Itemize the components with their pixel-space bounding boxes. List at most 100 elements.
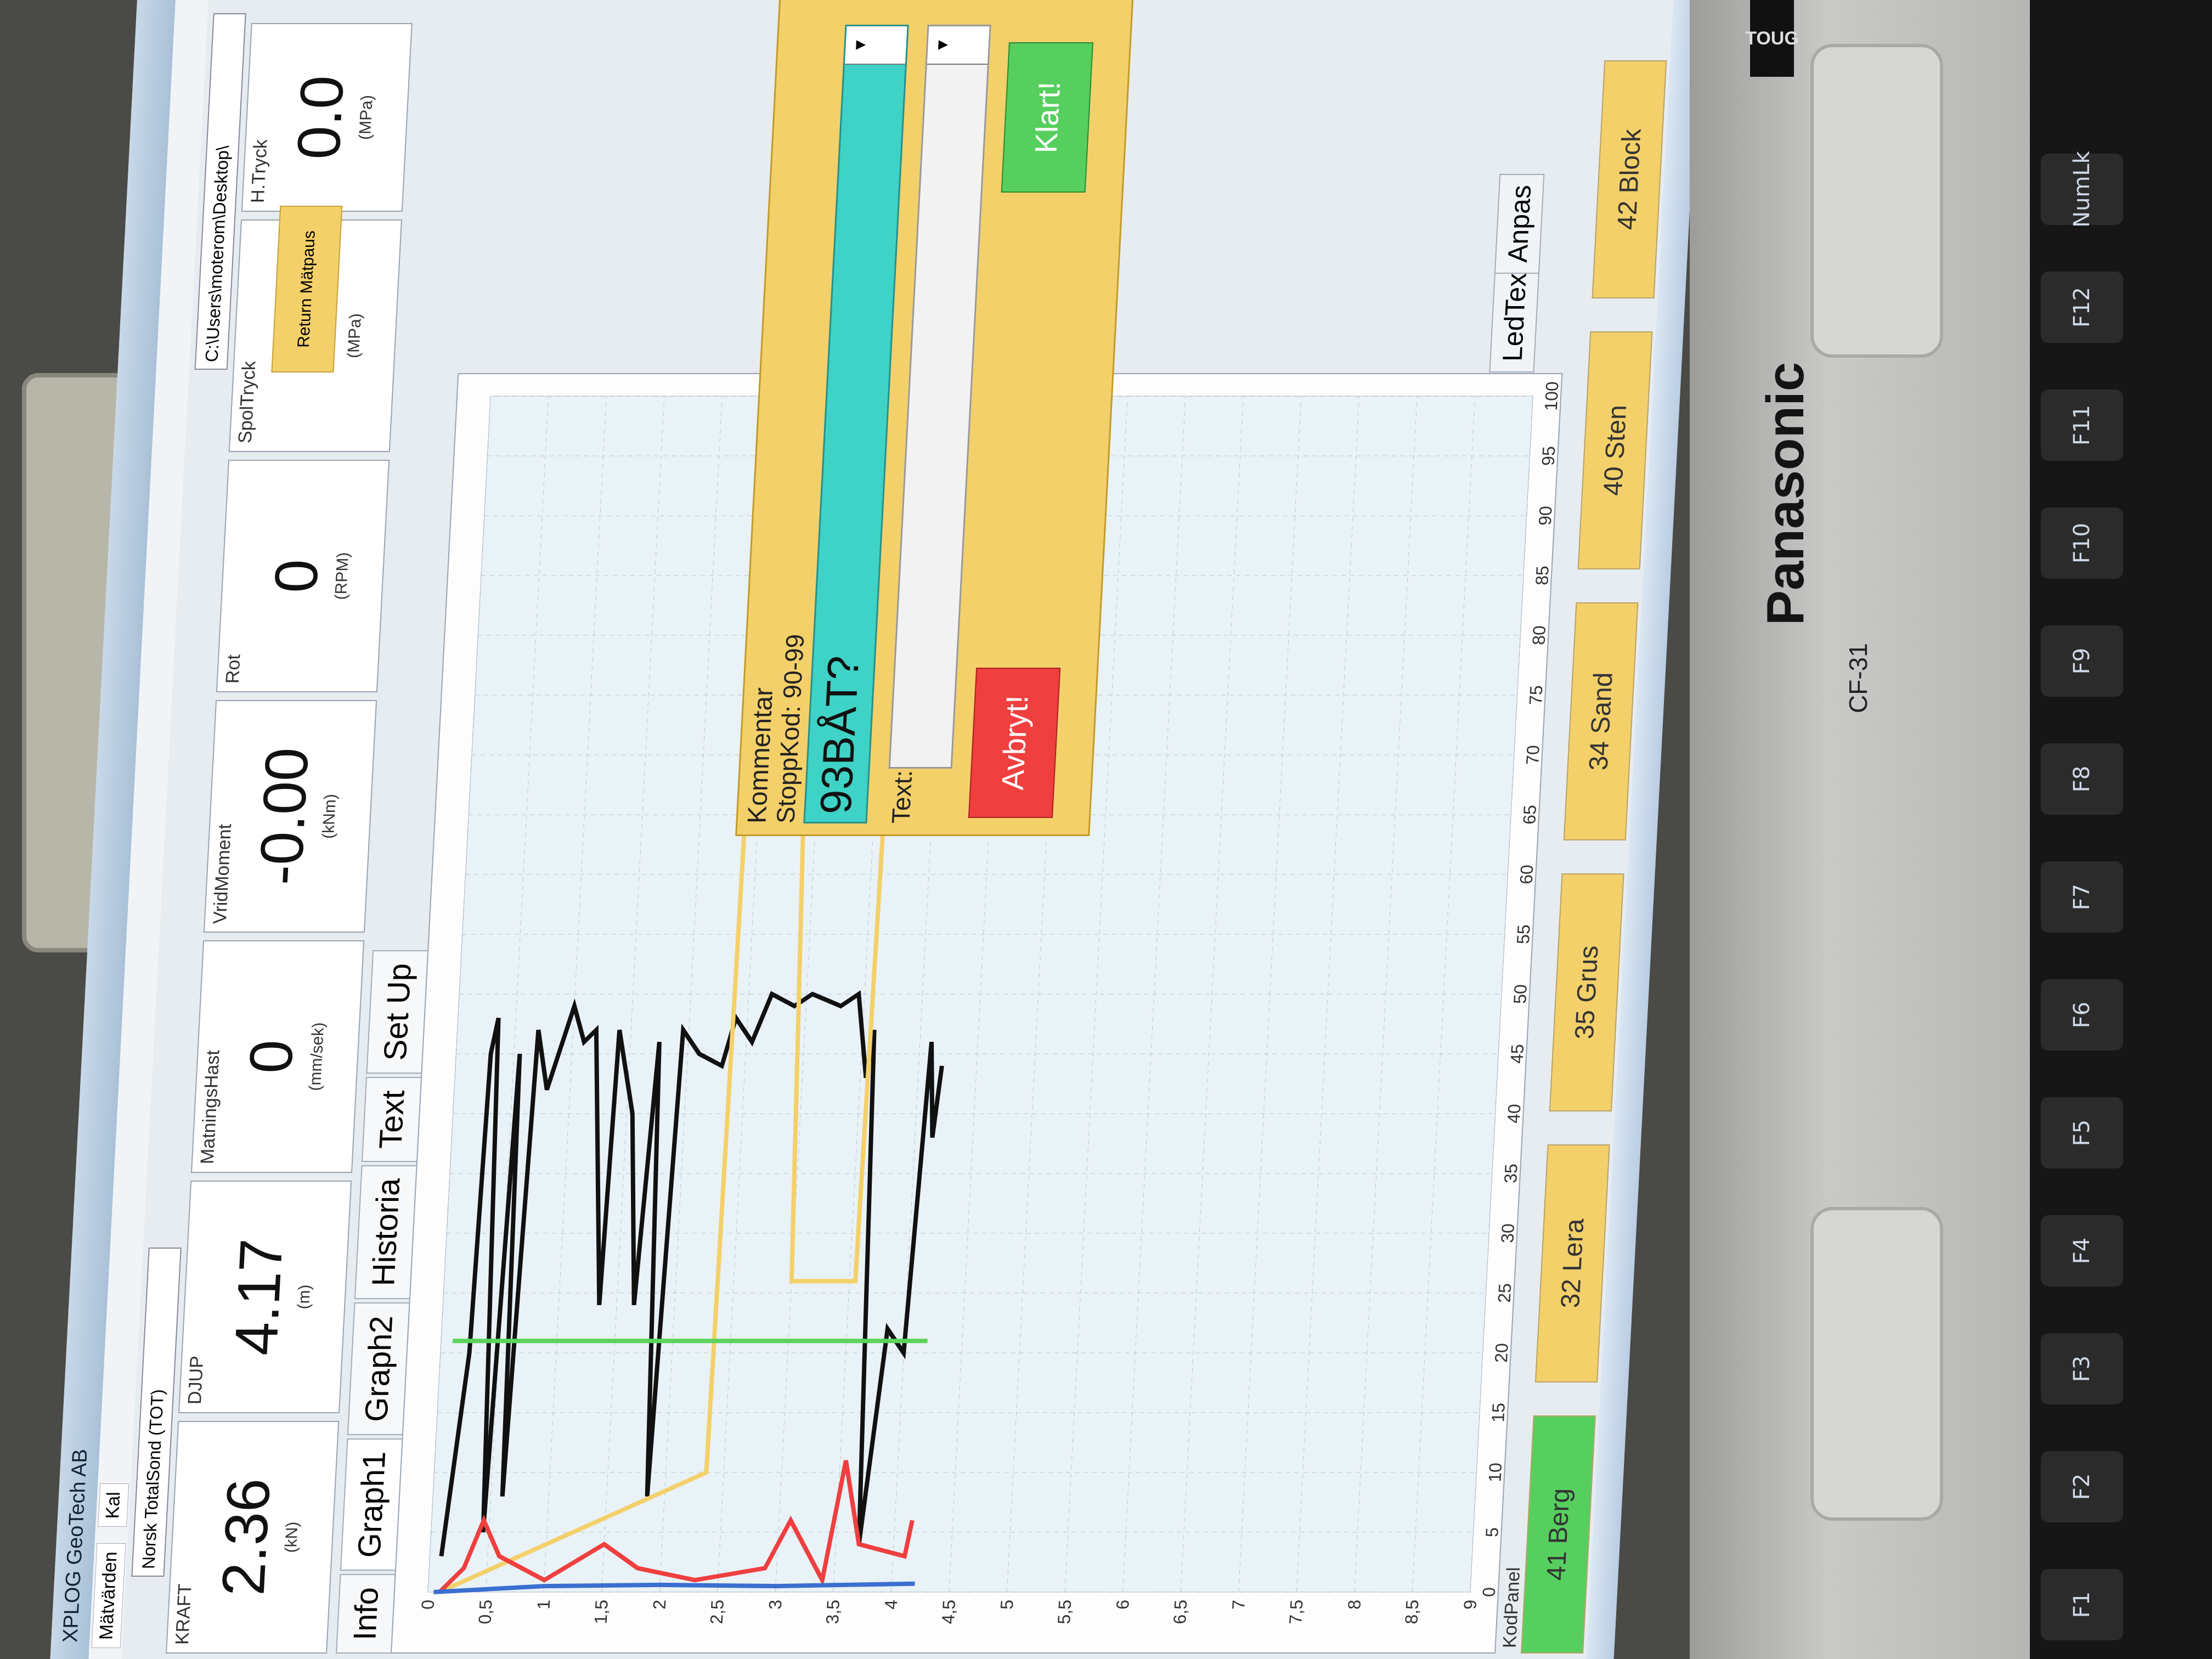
meter-matningshast: MatningsHast 0 (mm/sek): [190, 940, 365, 1173]
x-tick-label: 55: [1513, 924, 1534, 944]
tab-anpas[interactable]: Anpas: [1494, 174, 1545, 274]
keyboard-key: F1: [2041, 1569, 2123, 1640]
meter-htryck: H.Tryck 0.0 (MPa): [241, 23, 413, 212]
tab-historia[interactable]: Historia: [354, 1165, 416, 1300]
y-tick-label: 0,5: [475, 1600, 495, 1624]
meter-value: 0: [236, 1040, 306, 1074]
y-tick-label: 4: [881, 1600, 901, 1610]
kod-button[interactable]: 42 Block: [1592, 60, 1667, 298]
abort-button[interactable]: Avbryt!: [968, 668, 1061, 818]
meter-value: 0.0: [284, 75, 357, 160]
y-tick-label: 2: [649, 1600, 669, 1610]
x-tick-label: 45: [1506, 1044, 1527, 1064]
y-tick-label: 8: [1344, 1600, 1364, 1610]
keyboard-key: F5: [2041, 1097, 2123, 1169]
y-tick-label: 7,5: [1285, 1600, 1306, 1624]
kodpanel-label: KodPanel: [1499, 1567, 1525, 1648]
x-tick-label: 35: [1500, 1164, 1521, 1183]
x-tick-label: 70: [1522, 745, 1543, 765]
x-tick-label: 10: [1485, 1463, 1505, 1482]
chevron-down-icon[interactable]: ▼: [927, 26, 990, 65]
x-tick-label: 25: [1494, 1283, 1515, 1303]
meter-label: H.Tryck: [247, 139, 272, 203]
tab-setup[interactable]: Set Up: [366, 950, 428, 1074]
y-tick-label: 3,5: [822, 1600, 843, 1624]
brand-logo: Panasonic: [1756, 362, 1815, 625]
meter-vridmoment: VridMoment -0.00 (kNm): [203, 700, 377, 933]
y-tick-label: 6: [1113, 1600, 1133, 1610]
keyboard-key: F4: [2041, 1215, 2123, 1286]
x-tick-label: 80: [1528, 625, 1549, 645]
meter-kraft: KRAFT 2.36 (kN): [166, 1421, 340, 1654]
keyboard-key: F2: [2041, 1451, 2123, 1522]
x-tick-label: 40: [1504, 1104, 1525, 1124]
kommentar-dialog: Kommentar StoppKod: 90-99 ▼ Text: ▼ Avbr…: [735, 0, 1135, 836]
y-tick-label: 9: [1460, 1600, 1480, 1610]
meter-label: SpolTryck: [234, 361, 260, 443]
x-tick-label: 20: [1491, 1343, 1512, 1363]
y-tick-label: 0: [417, 1600, 438, 1610]
y-tick-label: 8,5: [1401, 1600, 1422, 1624]
x-tick-label: 65: [1519, 805, 1540, 825]
keyboard-key: F8: [2041, 743, 2123, 815]
tab-graph1[interactable]: Graph1: [340, 1438, 402, 1571]
menu-kal[interactable]: Kal: [97, 1483, 129, 1527]
x-tick-label: 15: [1488, 1403, 1509, 1423]
xplog-app-window: XPLOG GeoTech AB Mätvärden Kal Norsk Tot…: [50, 0, 1701, 1659]
keyboard-key: F10: [2041, 507, 2123, 579]
tab-graph2[interactable]: Graph2: [347, 1302, 409, 1435]
y-tick-label: 2,5: [707, 1600, 727, 1624]
kod-button[interactable]: 35 Grus: [1549, 873, 1624, 1111]
keyboard-key: F11: [2041, 390, 2123, 461]
x-tick-label: 75: [1526, 685, 1547, 705]
return-matpaus-button[interactable]: Return Mätpaus: [271, 206, 343, 373]
x-tick-label: 85: [1532, 566, 1553, 585]
y-tick-label: 7: [1228, 1600, 1249, 1610]
meter-label: MatningsHast: [196, 1050, 224, 1164]
keyboard-key: F9: [2041, 625, 2123, 697]
tab-info[interactable]: Info: [336, 1574, 395, 1654]
meter-value: 2.36: [209, 1478, 283, 1596]
x-tick-label: 100: [1541, 381, 1561, 410]
text-combobox[interactable]: ▼: [888, 25, 991, 769]
done-button[interactable]: Klart!: [1001, 42, 1093, 193]
x-tick-label: 90: [1535, 506, 1556, 526]
y-tick-label: 1: [533, 1600, 554, 1610]
tab-text[interactable]: Text: [362, 1077, 421, 1162]
stopkod-input[interactable]: [805, 65, 905, 822]
x-tick-label: 0: [1479, 1587, 1499, 1597]
hinge-top: [1810, 44, 1943, 358]
keyboard-key: F12: [2041, 272, 2123, 343]
chevron-down-icon[interactable]: ▼: [844, 26, 907, 65]
kod-button[interactable]: 41 Berg: [1521, 1415, 1596, 1654]
meter-label: Rot: [222, 654, 245, 684]
model-label: CF-31: [1844, 643, 1872, 713]
x-tick-label: 30: [1497, 1223, 1518, 1243]
meter-label: VridMoment: [209, 823, 236, 924]
meter-value: 0: [262, 559, 331, 593]
meter-value: -0.00: [246, 747, 321, 885]
laptop-screen: XPLOG GeoTech AB Mätvärden Kal Norsk Tot…: [50, 0, 1701, 1659]
menu-matvarden[interactable]: Mätvärden: [91, 1543, 126, 1648]
x-tick-label: 95: [1538, 446, 1559, 466]
kod-button[interactable]: 40 Sten: [1577, 331, 1653, 569]
kod-button[interactable]: 34 Sand: [1563, 602, 1639, 840]
meter-djup: DJUP 4.17 (m): [178, 1181, 352, 1413]
keyboard-key: F7: [2041, 861, 2123, 933]
keyboard-key: NumLk: [2041, 151, 2123, 228]
y-tick-label: 3: [765, 1600, 786, 1610]
meter-value: 4.17: [222, 1238, 296, 1356]
toughbook-badge: TOUG: [1745, 0, 1799, 77]
meter-rot: Rot 0 (RPM): [216, 460, 390, 692]
x-tick-label: 5: [1482, 1527, 1502, 1537]
keyboard-key: F3: [2041, 1333, 2123, 1404]
kod-button[interactable]: 32 Lera: [1534, 1144, 1610, 1383]
y-tick-label: 4,5: [938, 1600, 959, 1624]
meter-label: DJUP: [184, 1356, 208, 1404]
keyboard: F1 F2 F3 F4 F5 F6 F7 F8 F9 F10 F11 F12 NumLk: [2030, 0, 2212, 1659]
hinge-bottom: [1810, 1207, 1943, 1521]
y-tick-label: 5: [997, 1600, 1017, 1610]
x-tick-label: 50: [1510, 984, 1531, 1004]
y-tick-label: 6,5: [1170, 1600, 1190, 1624]
meter-label: KRAFT: [171, 1583, 196, 1645]
